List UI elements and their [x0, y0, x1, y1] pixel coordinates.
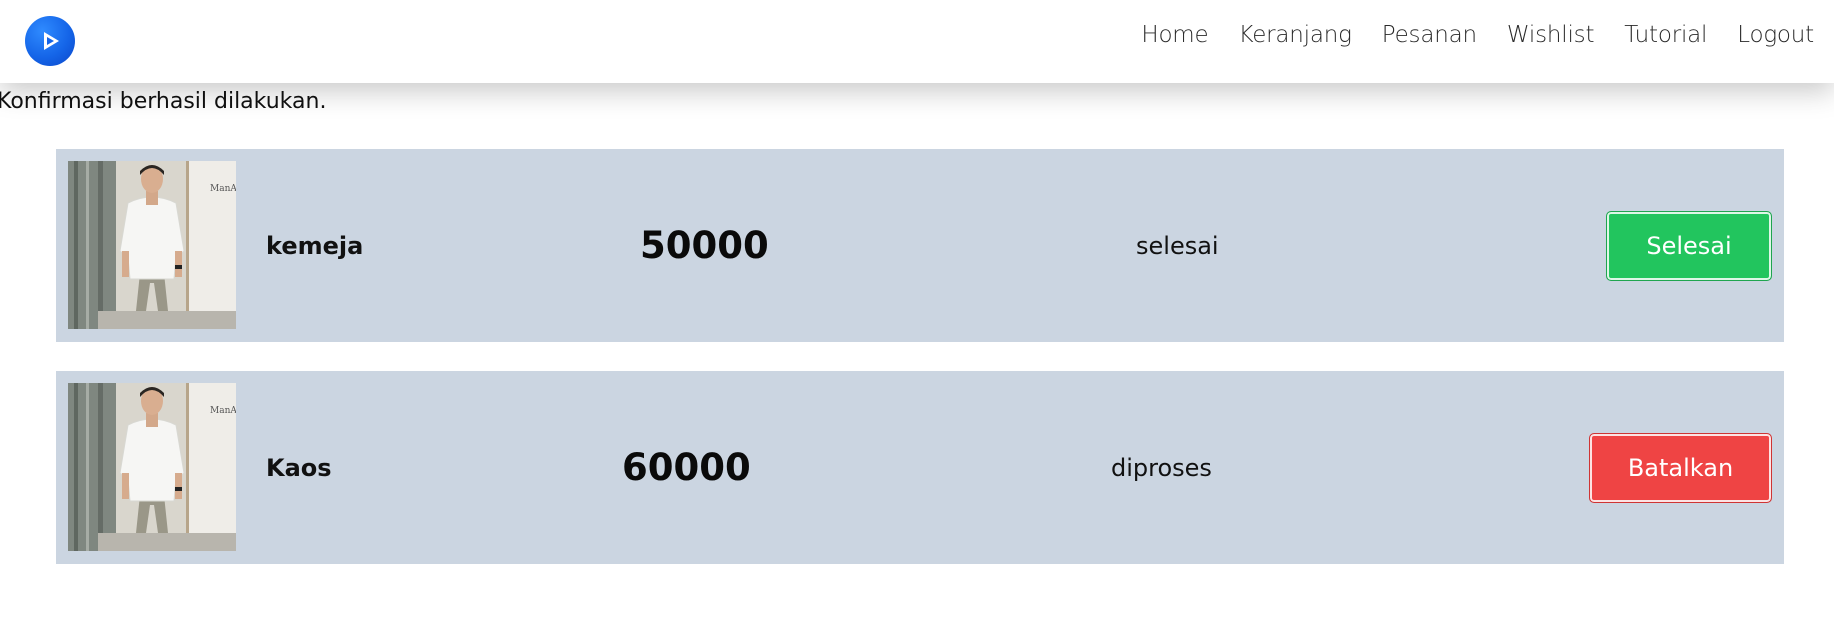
main-nav: Home Keranjang Pesanan Wishlist Tutorial…: [1141, 0, 1814, 70]
complete-order-button[interactable]: Selesai: [1606, 211, 1772, 281]
order-status: selesai: [1136, 231, 1219, 260]
product-image: ManA: [68, 161, 236, 329]
play-logo-icon: [44, 32, 59, 50]
navbar: Home Keranjang Pesanan Wishlist Tutorial…: [0, 0, 1834, 83]
logo[interactable]: [25, 16, 75, 66]
product-name: Kaos: [266, 453, 332, 482]
svg-text:ManA: ManA: [210, 406, 236, 416]
nav-pesanan[interactable]: Pesanan: [1382, 22, 1477, 48]
product-price: 60000: [622, 446, 751, 489]
nav-logout[interactable]: Logout: [1737, 22, 1814, 48]
product-price: 50000: [640, 224, 769, 267]
product-image: ManA: [68, 383, 236, 551]
cancel-order-button[interactable]: Batalkan: [1589, 433, 1772, 503]
order-card: ManA kemeja 50000 selesai Selesai: [56, 149, 1784, 342]
order-card: ManA Kaos 60000 diproses Batalkan: [56, 371, 1784, 564]
product-shirt-photo: ManA: [68, 161, 236, 329]
nav-wishlist[interactable]: Wishlist: [1507, 22, 1595, 48]
order-status: diproses: [1111, 453, 1212, 482]
nav-home[interactable]: Home: [1141, 22, 1208, 48]
svg-text:ManA: ManA: [210, 184, 236, 194]
product-shirt-photo: ManA: [68, 383, 236, 551]
flash-message: Konfirmasi berhasil dilakukan.: [0, 89, 327, 114]
product-name: kemeja: [266, 231, 364, 260]
nav-tutorial[interactable]: Tutorial: [1624, 22, 1707, 48]
nav-keranjang[interactable]: Keranjang: [1238, 22, 1351, 48]
